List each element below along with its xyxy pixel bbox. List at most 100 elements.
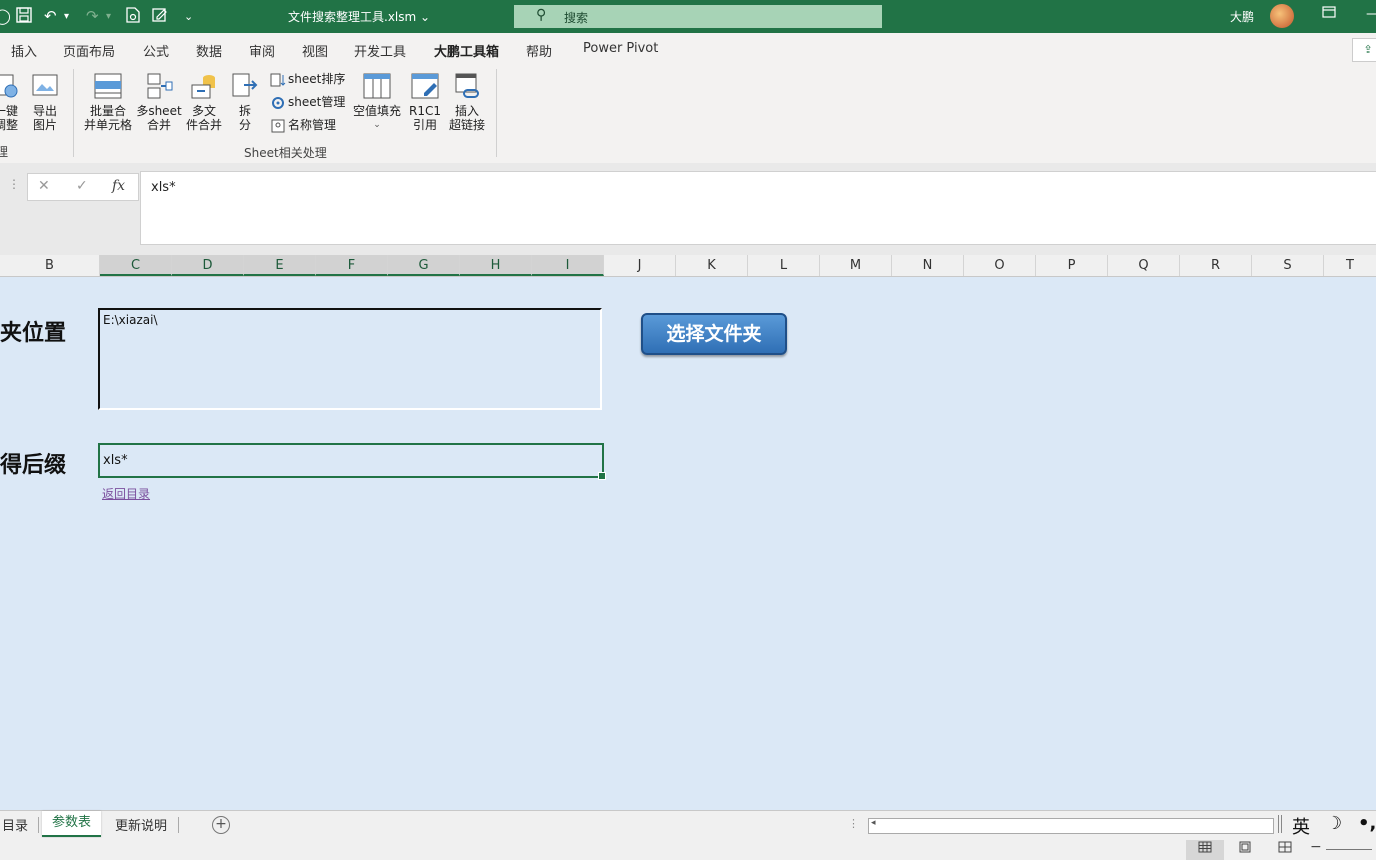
scroll-left-icon[interactable]: ◂: [871, 818, 876, 828]
r1c1-icon: [411, 73, 439, 99]
column-header-m[interactable]: M: [820, 255, 892, 276]
batch-merge-cells-button[interactable]: 批量合 并单元格: [82, 71, 134, 132]
tab-review[interactable]: 审阅: [249, 41, 275, 60]
yijian-adjust-label: 一键 调整: [0, 104, 18, 132]
column-header-b[interactable]: B: [0, 255, 100, 276]
fill-empty-dropdown-icon[interactable]: ⌄: [352, 118, 402, 132]
multi-file-merge-button[interactable]: 多文 件合并: [184, 71, 224, 132]
column-header-j[interactable]: J: [604, 255, 676, 276]
column-header-r[interactable]: R: [1180, 255, 1252, 276]
name-manage-button[interactable]: 名称管理: [270, 115, 336, 135]
split-label: 拆 分: [238, 104, 251, 132]
tab-dapeng-toolbox[interactable]: 大鹏工具箱: [434, 41, 500, 66]
worksheet[interactable]: 夹位置 E:\xiazai\ 选择文件夹 得后缀 xls* 返回目录: [0, 277, 1376, 810]
multi-file-icon: [191, 75, 215, 99]
column-header-i[interactable]: I: [532, 255, 604, 276]
search-box[interactable]: ⚲ 搜索: [514, 5, 882, 28]
tab-page-layout[interactable]: 页面布局: [63, 41, 115, 60]
save-icon[interactable]: [16, 7, 32, 27]
ribbon-display-icon[interactable]: [1322, 6, 1336, 22]
column-header-l[interactable]: L: [748, 255, 820, 276]
column-header-g[interactable]: G: [388, 255, 460, 276]
tab-data[interactable]: 数据: [196, 41, 222, 60]
r1c1-button[interactable]: R1C1 引用: [408, 71, 442, 132]
zoom-slider[interactable]: [1326, 849, 1372, 850]
sheet-tab-index[interactable]: 目录: [2, 815, 28, 834]
sheet-tab-bar: 目录 参数表 更新说明 + ⋮ ◂ 英 ☽ •,: [0, 810, 1376, 839]
tab-view[interactable]: 视图: [302, 41, 328, 60]
sheet-sort-label: sheet排序: [288, 72, 346, 86]
export-image-button[interactable]: 导出 图片: [28, 71, 62, 132]
sheet-tab-params[interactable]: 参数表: [42, 811, 102, 837]
formula-input[interactable]: xls*: [140, 171, 1376, 245]
tab-insert[interactable]: 插入: [11, 41, 37, 60]
ime-lang[interactable]: 英: [1292, 813, 1310, 839]
formula-value: xls*: [151, 180, 176, 195]
suffix-cell[interactable]: xls*: [98, 443, 606, 480]
zoom-out-icon[interactable]: −: [1310, 839, 1322, 855]
minimize-icon[interactable]: —: [1366, 6, 1376, 22]
sort-icon: [270, 73, 286, 86]
column-header-e[interactable]: E: [244, 255, 316, 276]
page-break-view-icon[interactable]: [1266, 840, 1304, 860]
multi-sheet-merge-label: 多sheet 合并: [136, 104, 182, 132]
batch-merge-cells-label: 批量合 并单元格: [83, 104, 132, 132]
formula-buttons: ✕ ✓ fx: [27, 173, 139, 201]
column-header-f[interactable]: F: [316, 255, 388, 276]
folder-path-cell[interactable]: E:\xiazai\: [98, 308, 602, 410]
column-header-h[interactable]: H: [460, 255, 532, 276]
column-header-o[interactable]: O: [964, 255, 1036, 276]
folder-location-label: 夹位置: [0, 321, 67, 346]
folder-path-value: E:\xiazai\: [103, 313, 158, 327]
tab-formulas[interactable]: 公式: [143, 41, 169, 60]
multi-sheet-merge-button[interactable]: 多sheet 合并: [136, 71, 182, 132]
customize-qat-icon[interactable]: ⌄: [184, 10, 193, 23]
yijian-adjust-button[interactable]: 一键 调整: [0, 71, 26, 132]
column-header-d[interactable]: D: [172, 255, 244, 276]
column-header-t[interactable]: T: [1324, 255, 1376, 276]
redo-dropdown-icon: ▾: [106, 11, 112, 22]
print-preview-icon[interactable]: [126, 7, 140, 27]
column-header-k[interactable]: K: [676, 255, 748, 276]
insert-hyperlink-button[interactable]: 插入 超链接: [446, 71, 488, 132]
page-layout-view-icon[interactable]: [1226, 840, 1264, 860]
autosave-icon[interactable]: ◯: [0, 7, 11, 25]
undo-dropdown-icon[interactable]: ▾: [64, 11, 69, 22]
multi-sheet-icon: [147, 73, 173, 99]
tab-help[interactable]: 帮助: [526, 41, 552, 60]
select-folder-button[interactable]: 选择文件夹: [641, 313, 787, 355]
fill-handle[interactable]: [598, 472, 606, 480]
back-to-index-link[interactable]: 返回目录: [102, 485, 150, 502]
sheet-manage-button[interactable]: sheet管理: [270, 92, 345, 112]
tab-developer[interactable]: 开发工具: [354, 41, 406, 60]
namebox-grip-icon[interactable]: ⋮: [8, 177, 20, 191]
cancel-icon[interactable]: ✕: [38, 178, 50, 194]
split-button[interactable]: 拆 分: [228, 71, 262, 132]
share-button[interactable]: ⇪: [1352, 38, 1376, 62]
sheet-sort-button[interactable]: sheet排序: [270, 69, 345, 89]
form-icon[interactable]: [152, 7, 168, 27]
redo-icon: ↷: [86, 7, 99, 25]
column-header-p[interactable]: P: [1036, 255, 1108, 276]
fill-empty-button[interactable]: 空值填充 ⌄: [352, 71, 402, 132]
user-name[interactable]: 大鹏: [1230, 8, 1254, 25]
moon-icon[interactable]: ☽: [1326, 813, 1342, 834]
column-header-s[interactable]: S: [1252, 255, 1324, 276]
column-header-q[interactable]: Q: [1108, 255, 1180, 276]
tab-power-pivot[interactable]: Power Pivot: [583, 41, 658, 56]
normal-view-icon[interactable]: [1186, 840, 1224, 860]
suffix-label: 得后缀: [0, 453, 67, 478]
add-sheet-icon[interactable]: +: [212, 816, 230, 834]
r1c1-label: R1C1 引用: [409, 104, 441, 132]
avatar[interactable]: [1270, 4, 1294, 28]
punctuation-icon[interactable]: •,: [1358, 813, 1376, 834]
scroll-split-icon[interactable]: ⋮: [848, 817, 859, 830]
column-header-n[interactable]: N: [892, 255, 964, 276]
title-dropdown-icon[interactable]: ⌄: [420, 10, 430, 24]
confirm-icon[interactable]: ✓: [76, 178, 88, 194]
undo-icon[interactable]: ↶: [44, 7, 57, 25]
column-header-c[interactable]: C: [100, 255, 172, 276]
insert-function-icon[interactable]: fx: [112, 178, 125, 194]
sheet-tab-changelog[interactable]: 更新说明: [115, 815, 167, 834]
horizontal-scrollbar[interactable]: ◂: [868, 818, 1274, 834]
